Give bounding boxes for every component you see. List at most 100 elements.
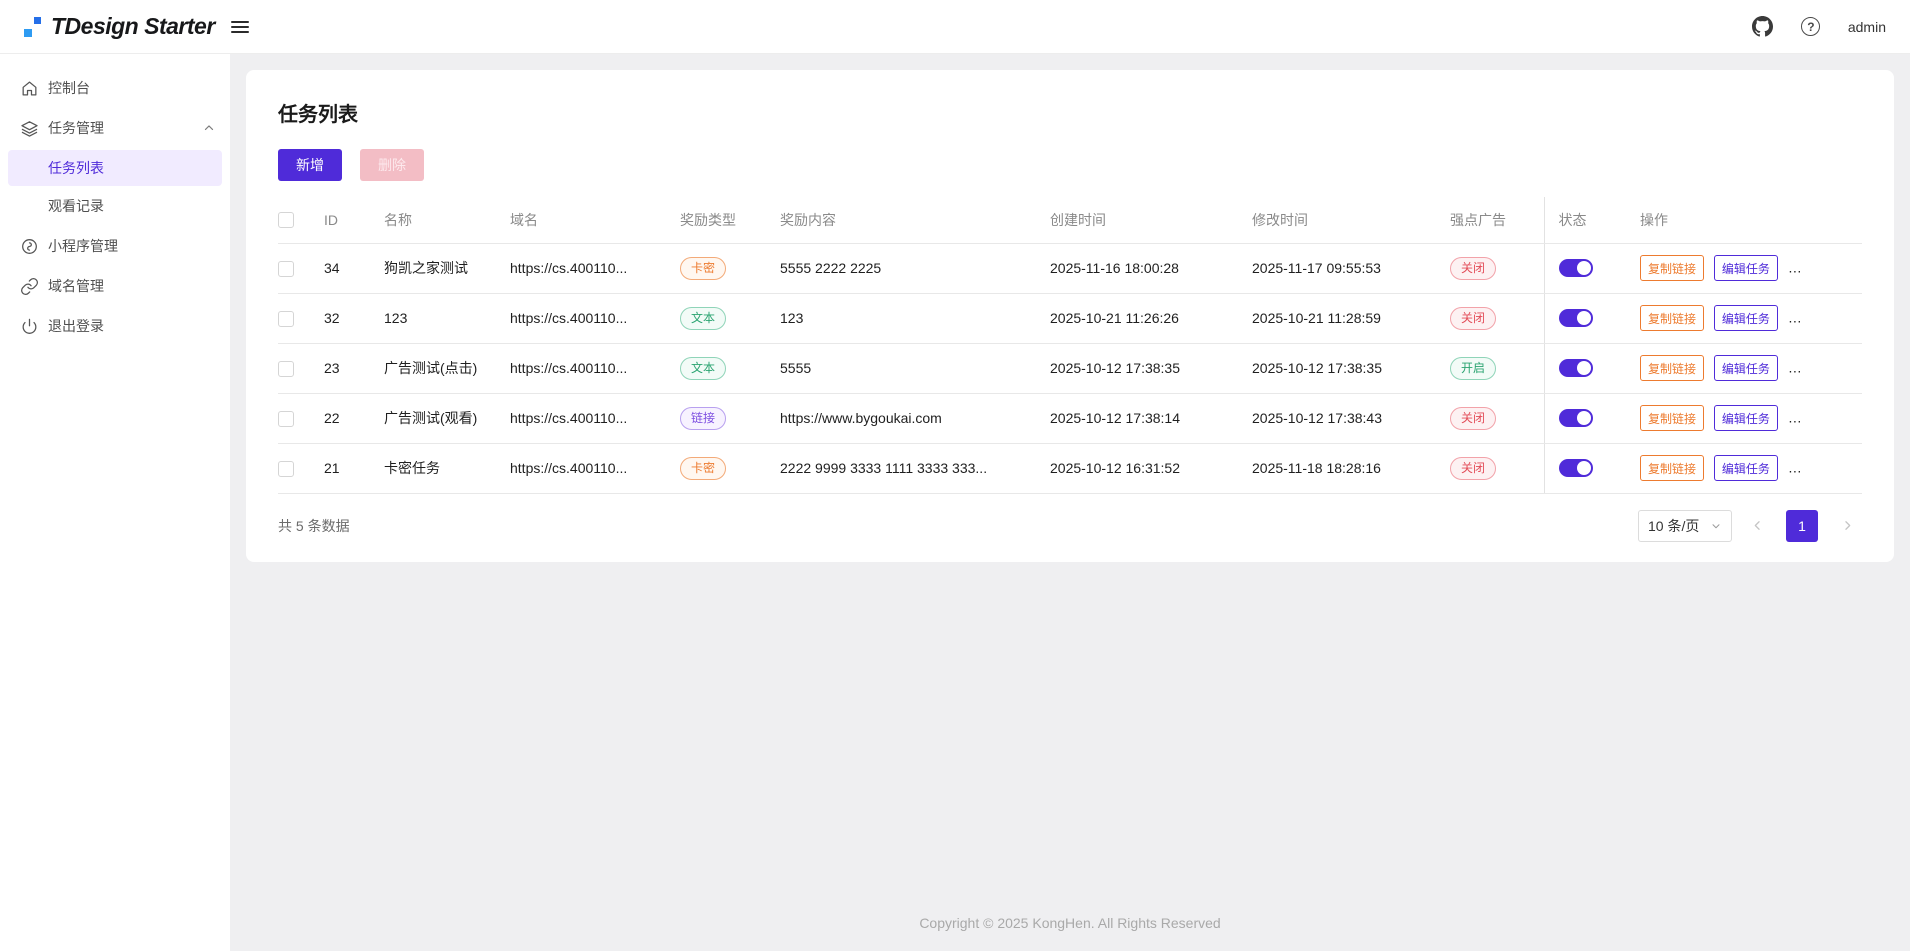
edit-task-button[interactable]: 编辑任务 (1714, 405, 1778, 431)
edit-task-button[interactable]: 编辑任务 (1714, 355, 1778, 381)
cell-created-time: 2025-10-12 17:38:14 (1050, 393, 1252, 443)
table-row: 32 123 https://cs.400110... 文本 123 2025-… (278, 293, 1862, 343)
sidebar-item-label: 小程序管理 (48, 236, 118, 256)
sidebar-item-miniprogram-management[interactable]: 小程序管理 (0, 226, 230, 266)
sidebar-item-dashboard[interactable]: 控制台 (0, 68, 230, 108)
copy-link-button[interactable]: 复制链接 (1640, 255, 1704, 281)
table-row: 34 狗凯之家测试 https://cs.400110... 卡密 5555 2… (278, 243, 1862, 293)
select-all-checkbox[interactable] (278, 212, 294, 228)
app-logo[interactable]: TDesign Starter (24, 13, 215, 40)
table-row: 22 广告测试(观看) https://cs.400110... 链接 http… (278, 393, 1862, 443)
column-header-actions: 操作 (1640, 197, 1862, 243)
chevron-down-icon (1710, 520, 1722, 532)
row-checkbox[interactable] (278, 411, 294, 427)
cell-reward-content: 2222 9999 3333 1111 3333 333... (780, 443, 1050, 493)
sidebar-item-label: 退出登录 (48, 316, 104, 336)
github-icon[interactable] (1752, 16, 1774, 38)
status-toggle[interactable] (1559, 459, 1593, 477)
page-size-select[interactable]: 10 条/页 (1638, 510, 1732, 542)
column-header-reward-content: 奖励内容 (780, 197, 1050, 243)
status-toggle[interactable] (1559, 259, 1593, 277)
sidebar-item-task-management[interactable]: 任务管理 (0, 108, 230, 148)
page-title: 任务列表 (278, 98, 1862, 127)
copyright-text: Copyright © 2025 KongHen. All Rights Res… (246, 903, 1894, 941)
cell-id: 22 (324, 393, 384, 443)
task-table: ID 名称 域名 奖励类型 奖励内容 创建时间 修改时间 强点广告 状态 操作 … (278, 197, 1862, 494)
table-row: 23 广告测试(点击) https://cs.400110... 文本 5555… (278, 343, 1862, 393)
miniprogram-icon (20, 237, 39, 256)
prev-page-icon[interactable] (1742, 511, 1772, 541)
row-checkbox[interactable] (278, 311, 294, 327)
force-ad-tag: 开启 (1450, 357, 1496, 380)
table-row: 21 卡密任务 https://cs.400110... 卡密 2222 999… (278, 443, 1862, 493)
view-data-button[interactable]: 查看数据 (1788, 455, 1852, 481)
cell-domain: https://cs.400110... (510, 343, 680, 393)
total-count-label: 共 5 条数据 (278, 516, 350, 536)
status-toggle[interactable] (1559, 359, 1593, 377)
copy-link-button[interactable]: 复制链接 (1640, 305, 1704, 331)
cell-modified-time: 2025-11-17 09:55:53 (1252, 243, 1450, 293)
edit-task-button[interactable]: 编辑任务 (1714, 255, 1778, 281)
view-data-button[interactable]: 查看数据 (1788, 255, 1852, 281)
cell-name: 123 (384, 293, 510, 343)
cell-name: 卡密任务 (384, 443, 510, 493)
cell-domain: https://cs.400110... (510, 243, 680, 293)
cell-modified-time: 2025-11-18 18:28:16 (1252, 443, 1450, 493)
top-bar: TDesign Starter ? admin (0, 0, 1910, 54)
sidebar-item-label: 观看记录 (48, 196, 104, 216)
power-icon (20, 317, 39, 336)
reward-type-tag: 文本 (680, 307, 726, 330)
force-ad-tag: 关闭 (1450, 457, 1496, 480)
cell-created-time: 2025-10-21 11:26:26 (1050, 293, 1252, 343)
column-header-force-ad: 强点广告 (1450, 197, 1544, 243)
cell-reward-content: 5555 (780, 343, 1050, 393)
copy-link-button[interactable]: 复制链接 (1640, 455, 1704, 481)
help-icon[interactable]: ? (1800, 16, 1822, 38)
status-toggle[interactable] (1559, 309, 1593, 327)
edit-task-button[interactable]: 编辑任务 (1714, 455, 1778, 481)
cell-domain: https://cs.400110... (510, 443, 680, 493)
task-list-card: 任务列表 新增 删除 ID 名称 域名 奖励类型 (246, 70, 1894, 562)
user-menu[interactable]: admin (1848, 19, 1886, 35)
add-button[interactable]: 新增 (278, 149, 342, 181)
sidebar-item-watch-records[interactable]: 观看记录 (8, 188, 222, 224)
status-toggle[interactable] (1559, 409, 1593, 427)
logo-mark-icon (24, 15, 41, 39)
view-data-button[interactable]: 查看数据 (1788, 355, 1852, 381)
sidebar-item-task-list[interactable]: 任务列表 (8, 150, 222, 186)
cell-reward-content: 5555 2222 2225 (780, 243, 1050, 293)
row-checkbox[interactable] (278, 461, 294, 477)
copy-link-button[interactable]: 复制链接 (1640, 355, 1704, 381)
page-number-button[interactable]: 1 (1786, 510, 1818, 542)
force-ad-tag: 关闭 (1450, 307, 1496, 330)
sidebar-item-domain-management[interactable]: 域名管理 (0, 266, 230, 306)
link-icon (20, 277, 39, 296)
sidebar-item-label: 域名管理 (48, 276, 104, 296)
sidebar: 控制台 任务管理 任务列表 观看记录 小程序管理 域名管 (0, 54, 230, 951)
view-data-button[interactable]: 查看数据 (1788, 405, 1852, 431)
next-page-icon[interactable] (1832, 511, 1862, 541)
cell-created-time: 2025-10-12 17:38:35 (1050, 343, 1252, 393)
copy-link-button[interactable]: 复制链接 (1640, 405, 1704, 431)
collapse-menu-icon[interactable] (231, 17, 249, 37)
delete-button[interactable]: 删除 (360, 149, 424, 181)
edit-task-button[interactable]: 编辑任务 (1714, 305, 1778, 331)
sidebar-item-logout[interactable]: 退出登录 (0, 306, 230, 346)
layers-icon (20, 119, 39, 138)
cell-reward-content: 123 (780, 293, 1050, 343)
main-content: 任务列表 新增 删除 ID 名称 域名 奖励类型 (230, 54, 1910, 951)
column-header-modified: 修改时间 (1252, 197, 1450, 243)
cell-domain: https://cs.400110... (510, 393, 680, 443)
view-data-button[interactable]: 查看数据 (1788, 305, 1852, 331)
row-checkbox[interactable] (278, 361, 294, 377)
cell-domain: https://cs.400110... (510, 293, 680, 343)
force-ad-tag: 关闭 (1450, 257, 1496, 280)
logo-text: TDesign Starter (51, 13, 215, 40)
chevron-up-icon (202, 121, 216, 135)
column-header-name: 名称 (384, 197, 510, 243)
sidebar-item-label: 任务管理 (48, 118, 104, 138)
row-checkbox[interactable] (278, 261, 294, 277)
reward-type-tag: 卡密 (680, 257, 726, 280)
cell-created-time: 2025-10-12 16:31:52 (1050, 443, 1252, 493)
cell-modified-time: 2025-10-21 11:28:59 (1252, 293, 1450, 343)
